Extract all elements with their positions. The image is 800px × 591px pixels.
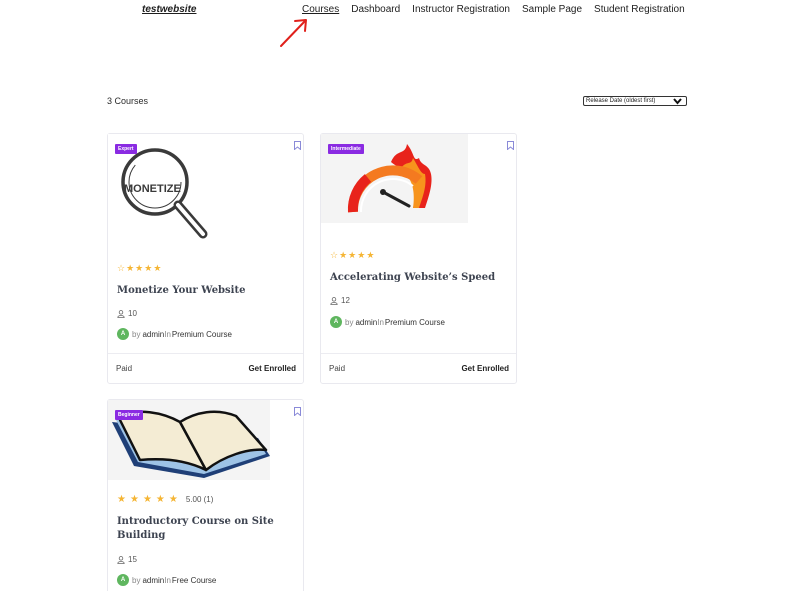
author-link[interactable]: admin [355,318,377,327]
course-count: 3 Courses [107,96,149,106]
category-link[interactable]: Premium Course [172,330,232,339]
star-icon: ☆ [330,250,339,260]
site-title[interactable]: testwebsite [142,4,196,15]
user-icon [117,309,125,318]
student-count-value: 12 [341,296,350,305]
star-icon: ★ [168,494,178,505]
level-badge: Intermediate [328,144,364,154]
star-icon: ★ [366,250,375,260]
star-icon: ★ [144,263,153,273]
course-meta: A by admin In Premium Course [330,316,445,328]
red-arrow-annotation [280,19,307,47]
nav-dashboard[interactable]: Dashboard [351,4,400,15]
course-meta: A by admin In Free Course [117,574,216,586]
level-badge: Beginner [115,410,143,420]
chevron-down-icon [673,98,682,105]
category-link[interactable]: Free Course [172,576,216,585]
star-icon: ★ [117,494,126,505]
star-icon: ★ [153,263,162,273]
bookmark-icon[interactable] [294,407,301,416]
author-link[interactable]: admin [142,330,164,339]
bookmark-icon[interactable] [507,141,514,150]
star-icon: ★ [129,494,139,505]
user-icon [330,296,338,305]
in-label: In [377,317,384,327]
star-icon: ★ [126,263,135,273]
nav-instructor-registration[interactable]: Instructor Registration [412,4,510,15]
avatar[interactable]: A [117,328,129,340]
course-rating: ★ ★ ★ ★ ★ 5.00 (1) [117,494,213,505]
star-icon: ☆ [117,263,126,273]
in-label: In [164,575,171,585]
card-footer: Paid Get Enrolled [321,353,516,383]
in-label: In [164,329,171,339]
thumbnail-label: MONETIZE [124,183,181,195]
by-label: by [345,317,354,327]
student-count: 12 [330,296,350,305]
get-enrolled-button[interactable]: Get Enrolled [248,364,296,373]
course-title[interactable]: Introductory Course on Site Building [117,515,277,543]
card-footer: Paid Get Enrolled [108,353,303,383]
star-icon: ★ [357,250,366,260]
star-icon: ★ [339,250,348,260]
star-icon: ★ [155,494,165,505]
course-card[interactable]: MONETIZE Expert ☆ ★ ★ ★ ★ Monetize Your Webs… [107,133,304,384]
user-icon [117,555,125,564]
price-label: Paid [329,364,346,373]
star-icon: ★ [142,494,152,505]
course-title[interactable]: Accelerating Website’s Speed [330,271,505,285]
star-icon: ★ [348,250,357,260]
nav-sample-page[interactable]: Sample Page [522,4,582,15]
student-count: 10 [117,309,137,318]
course-card[interactable]: Intermediate ☆ ★ ★ ★ ★ Accelerating Website’… [320,133,517,384]
avatar[interactable]: A [117,574,129,586]
author-link[interactable]: admin [142,576,164,585]
avatar[interactable]: A [330,316,342,328]
bookmark-icon[interactable] [294,141,301,150]
price-label: Paid [116,364,133,373]
student-count-value: 15 [128,555,137,564]
rating-value: 5.00 (1) [185,495,214,504]
course-rating: ☆ ★ ★ ★ ★ [117,263,166,274]
course-card[interactable]: Beginner ★ ★ ★ ★ ★ 5.00 (1) Introductory Cou… [107,399,304,591]
category-link[interactable]: Premium Course [385,318,445,327]
student-count-value: 10 [128,309,137,318]
star-icon: ★ [135,263,144,273]
nav-student-registration[interactable]: Student Registration [594,4,685,15]
course-meta: A by admin In Premium Course [117,328,232,340]
main-nav: Courses Dashboard Instructor Registratio… [302,4,685,15]
sort-selected-value: Release Date (oldest first) [586,98,656,104]
course-title[interactable]: Monetize Your Website [117,284,292,298]
level-badge: Expert [115,144,137,154]
sort-select[interactable]: Release Date (oldest first) [583,96,687,106]
student-count: 15 [117,555,137,564]
by-label: by [132,575,141,585]
by-label: by [132,329,141,339]
course-rating: ☆ ★ ★ ★ ★ [330,250,379,261]
get-enrolled-button[interactable]: Get Enrolled [461,364,509,373]
